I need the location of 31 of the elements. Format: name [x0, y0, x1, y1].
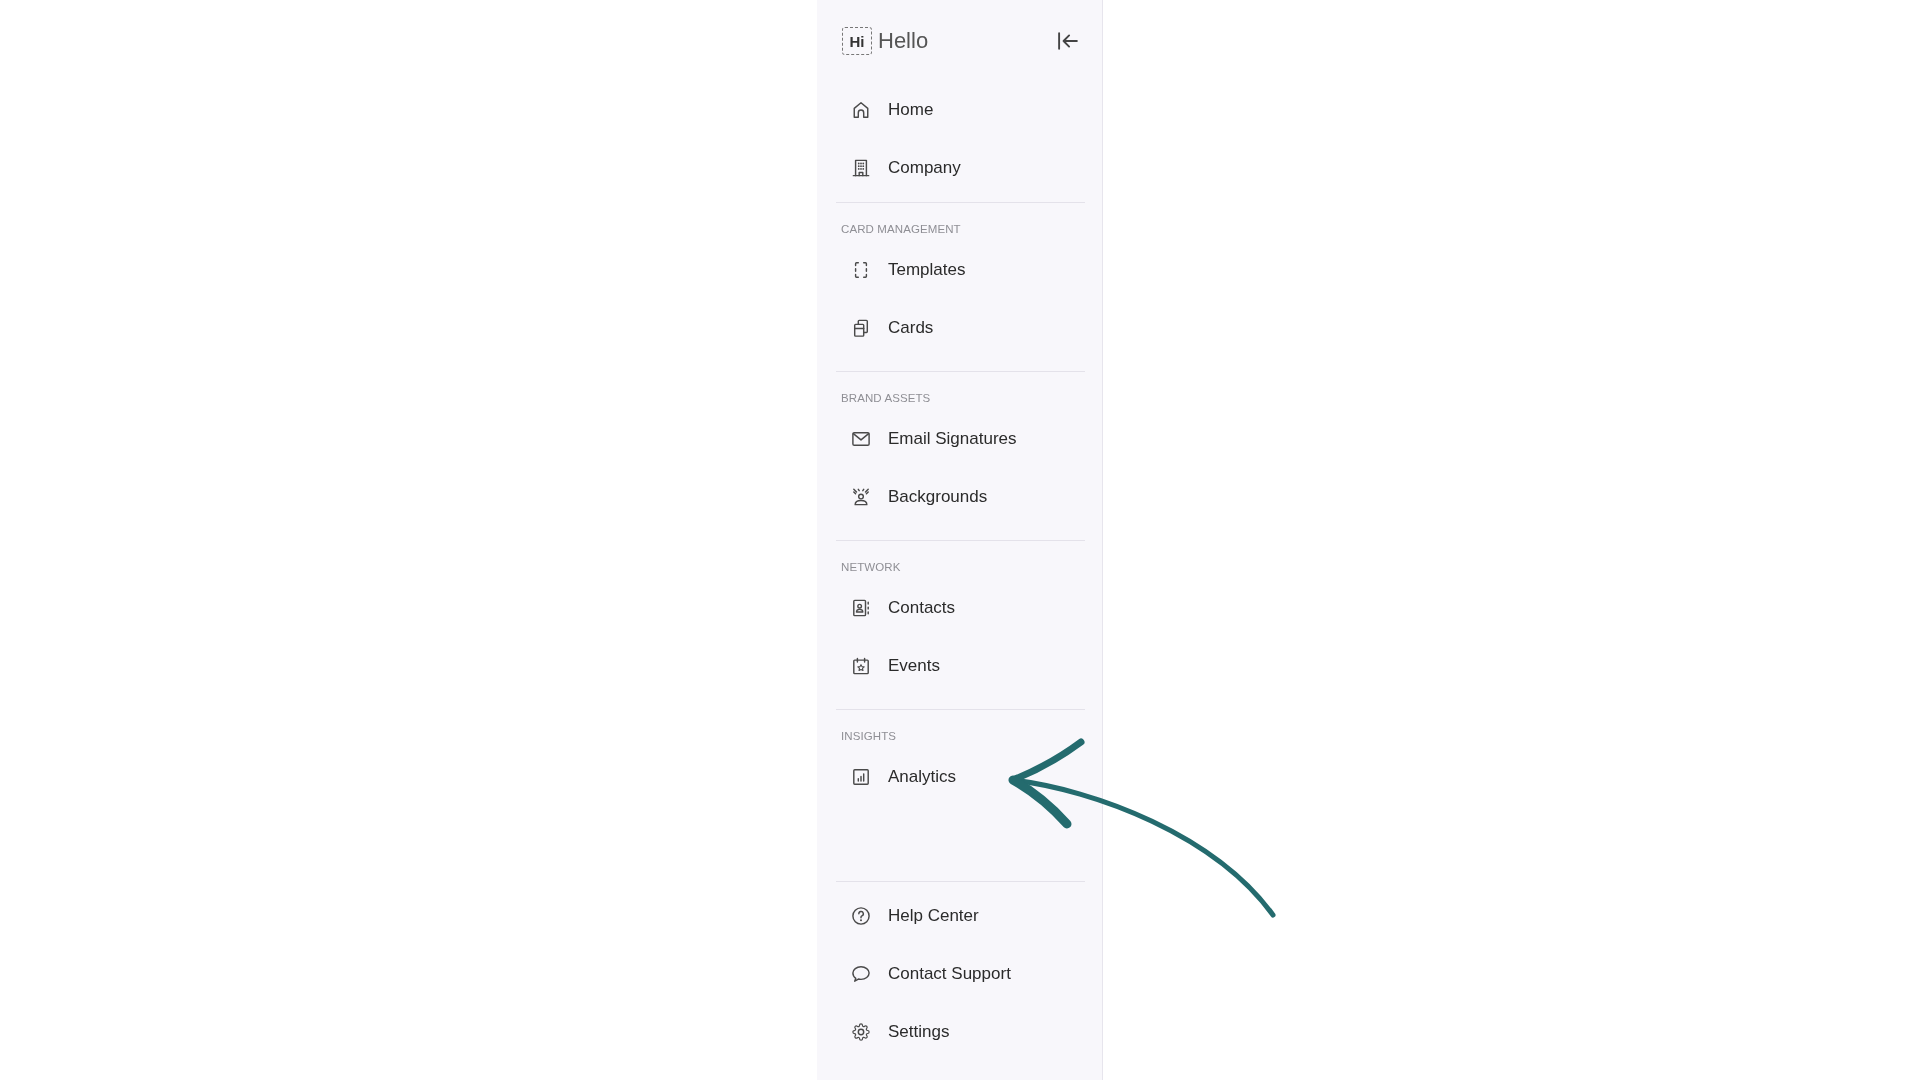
nav-item[interactable]: Contacts [836, 584, 1085, 632]
nav-item[interactable]: Analytics [836, 753, 1085, 801]
app-name: Hello [878, 27, 929, 55]
logo-mark: Hi [842, 27, 872, 55]
home-icon [852, 101, 870, 119]
bar-chart-icon [852, 768, 870, 786]
section-heading: CARD MANAGEMENT [841, 222, 962, 236]
nav-item[interactable]: Settings [836, 1008, 1085, 1056]
section-heading: BRAND ASSETS [841, 391, 932, 405]
nav-item[interactable]: Company [836, 144, 1085, 192]
nav-item[interactable]: Events [836, 642, 1085, 690]
nav-item[interactable]: Home [836, 86, 1085, 134]
building-icon [852, 159, 870, 177]
contact-card-icon [852, 599, 870, 617]
nav-item[interactable]: Cards [836, 304, 1085, 352]
dashed-frame-icon [852, 261, 870, 279]
settings-icon [852, 1023, 870, 1041]
envelope-icon [852, 430, 870, 448]
speech-bubble-icon [852, 965, 870, 983]
section-heading: INSIGHTS [841, 729, 898, 743]
stacked-cards-icon [852, 319, 870, 337]
nav-item[interactable]: Templates [836, 246, 1085, 294]
person-rays-icon [852, 488, 870, 506]
collapse-icon [1058, 32, 1078, 50]
nav-item[interactable]: Help Center [836, 892, 1085, 940]
nav-item[interactable]: Contact Support [836, 950, 1085, 998]
nav-item[interactable]: Email Signatures [836, 415, 1085, 463]
nav-item[interactable]: Backgrounds [836, 473, 1085, 521]
collapse-button[interactable] [1058, 32, 1078, 50]
section-heading: NETWORK [841, 560, 902, 574]
help-icon [852, 907, 870, 925]
